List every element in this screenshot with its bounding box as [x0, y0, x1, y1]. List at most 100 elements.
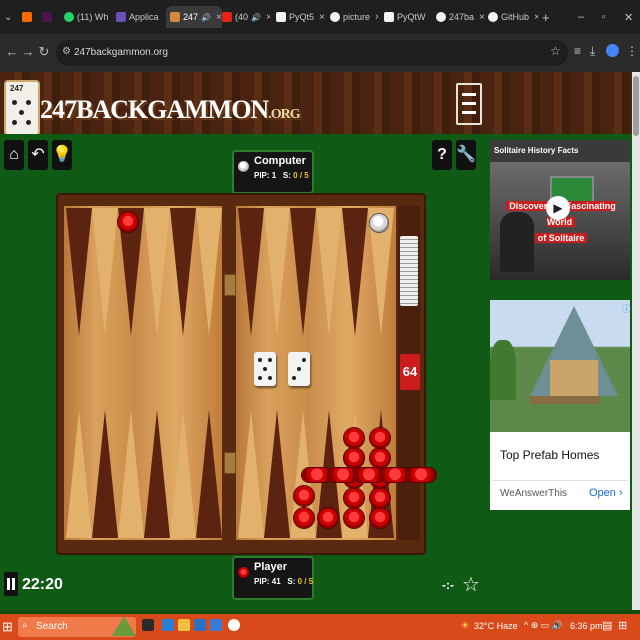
hamburger-menu-button[interactable] — [456, 83, 482, 125]
forward-icon[interactable]: → — [20, 44, 36, 59]
scrollbar-thumb[interactable] — [633, 76, 639, 136]
tab-247ba[interactable]: 247ba × — [436, 6, 484, 28]
red-checker[interactable] — [118, 212, 138, 232]
board-point[interactable] — [66, 208, 92, 336]
windows-flag-icon[interactable]: ⊞ — [618, 619, 627, 632]
controls-indicator[interactable]: -:- — [442, 578, 454, 592]
home-icon[interactable]: ⌂ — [4, 140, 24, 170]
pause-button[interactable] — [4, 572, 18, 596]
reading-list-icon[interactable]: ≡ — [574, 44, 581, 58]
pinned-tab-1[interactable] — [22, 6, 34, 28]
board-point[interactable] — [92, 410, 118, 538]
windows-start-icon[interactable]: ⊞ — [2, 619, 13, 635]
die-five[interactable] — [254, 352, 276, 386]
red-checker[interactable] — [344, 488, 364, 508]
back-icon[interactable]: ← — [4, 44, 20, 59]
weather-icon[interactable]: ☀ — [460, 619, 470, 632]
red-checker[interactable] — [318, 508, 338, 528]
ad-image[interactable] — [490, 300, 630, 432]
notification-icon[interactable]: ▤ — [602, 619, 612, 632]
ad-open-button[interactable]: Open › — [589, 487, 623, 499]
tab-pyqt5[interactable]: PyQt5 × — [276, 6, 324, 28]
task-view-icon[interactable] — [142, 619, 154, 631]
tab-github[interactable]: GitHub × — [488, 6, 538, 28]
red-checker[interactable] — [344, 508, 364, 528]
play-icon[interactable]: ▶ — [546, 196, 570, 220]
die-three[interactable] — [288, 352, 310, 386]
close-icon[interactable]: × — [479, 12, 484, 23]
white-checker[interactable] — [370, 214, 388, 232]
board-point[interactable] — [170, 410, 196, 538]
red-checker[interactable] — [370, 428, 390, 448]
system-tray-icons[interactable]: ^ ⊕ ▭ 🔊 — [524, 620, 563, 631]
undo-icon[interactable]: ↶ — [28, 140, 48, 170]
pinned-tab-2[interactable] — [42, 6, 54, 28]
board-point[interactable] — [238, 410, 264, 538]
ad-title[interactable]: Top Prefab Homes — [500, 448, 599, 462]
store-icon[interactable] — [210, 619, 222, 631]
page-scrollbar[interactable] — [632, 72, 640, 610]
tab-search-button[interactable]: ⌄ — [4, 6, 18, 28]
red-checker[interactable] — [294, 486, 314, 506]
profile-avatar[interactable] — [606, 44, 619, 57]
mail-icon[interactable] — [194, 619, 206, 631]
board-point[interactable] — [264, 208, 290, 336]
board-point[interactable] — [196, 208, 222, 336]
tab-whatsapp[interactable]: (11) Wh × — [64, 6, 110, 28]
board-point[interactable] — [170, 208, 196, 336]
board-point[interactable] — [144, 208, 170, 336]
edge-icon[interactable] — [162, 619, 174, 631]
site-logo[interactable]: 247BACKGAMMON.ORG — [40, 95, 301, 125]
red-checker[interactable] — [370, 508, 390, 528]
new-tab-button[interactable]: + — [542, 6, 554, 28]
restore-button[interactable]: ▫ — [602, 6, 612, 28]
board-point[interactable] — [118, 410, 144, 538]
board-point[interactable] — [290, 208, 316, 336]
board-point[interactable] — [342, 208, 368, 336]
red-checker[interactable] — [344, 448, 364, 468]
board-point[interactable] — [66, 410, 92, 538]
red-checker[interactable] — [370, 448, 390, 468]
url-text[interactable]: 247backgammon.org — [74, 47, 168, 58]
game-timer: 22:20 — [22, 576, 63, 593]
red-checker-sideways[interactable] — [406, 468, 436, 482]
speaker-icon[interactable]: 🔊 — [251, 13, 261, 22]
clock[interactable]: 6:36 pm — [570, 621, 603, 631]
board-point[interactable] — [196, 410, 222, 538]
weather-text[interactable]: 32°C Haze — [474, 621, 518, 631]
tab-pyqtw[interactable]: PyQtW × — [384, 6, 430, 28]
close-icon[interactable]: × — [319, 12, 324, 23]
board-point[interactable] — [92, 208, 118, 336]
close-icon[interactable]: × — [266, 12, 270, 23]
red-checker[interactable] — [344, 428, 364, 448]
settings-wrench-icon[interactable]: 🔧 — [456, 140, 476, 170]
close-icon[interactable]: × — [216, 12, 222, 23]
doubling-cube[interactable]: 64 — [400, 354, 420, 390]
favorite-star-icon[interactable]: ☆ — [462, 572, 480, 597]
chrome-icon[interactable] — [228, 619, 240, 631]
close-icon[interactable]: × — [375, 12, 378, 23]
file-explorer-icon[interactable] — [178, 619, 190, 631]
reload-icon[interactable]: ↻ — [36, 44, 52, 60]
download-icon[interactable]: ⤓ — [590, 44, 595, 59]
menu-kebab-icon[interactable]: ⋮ — [626, 44, 638, 58]
bookmark-star-icon[interactable]: ☆ — [550, 44, 561, 58]
board-point[interactable] — [264, 410, 290, 538]
hint-lightbulb-icon[interactable]: 💡 — [52, 140, 72, 170]
speaker-icon[interactable]: 🔊 — [201, 13, 211, 22]
logo-die-icon[interactable]: 247 — [4, 80, 40, 136]
board-point[interactable] — [316, 208, 342, 336]
red-checker[interactable] — [370, 488, 390, 508]
close-icon[interactable]: × — [534, 12, 538, 23]
board-point[interactable] — [238, 208, 264, 336]
window-close-button[interactable]: ✕ — [624, 6, 634, 28]
tab-application[interactable]: Applica × — [116, 6, 162, 28]
tab-247-active[interactable]: 247 🔊 × — [166, 6, 222, 28]
site-info-icon[interactable]: ⚙ — [62, 46, 71, 57]
red-checker[interactable] — [294, 508, 314, 528]
tab-picture[interactable]: picture × — [330, 6, 378, 28]
help-icon[interactable]: ? — [432, 140, 452, 170]
tab-youtube[interactable]: (40 🔊 × — [222, 6, 270, 28]
board-point[interactable] — [144, 410, 170, 538]
minimize-button[interactable]: – — [578, 6, 588, 28]
